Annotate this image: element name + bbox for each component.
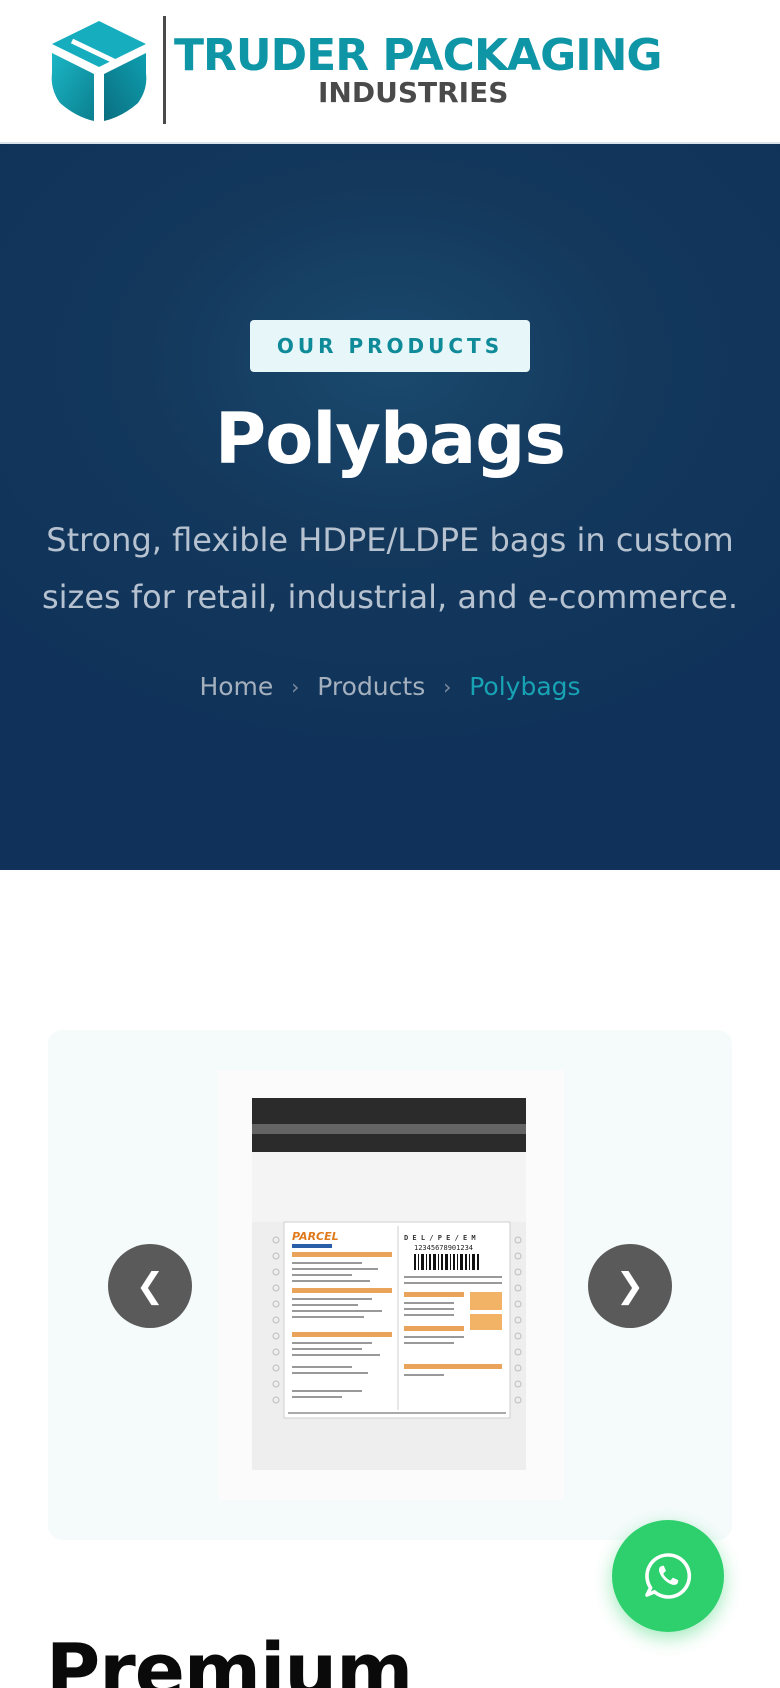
breadcrumb-products-link[interactable]: Products	[317, 672, 425, 701]
cube-logo-icon	[51, 21, 147, 121]
product-image: PARCEL D E L / P E / E M 12345678901234	[218, 1070, 564, 1500]
page-title: Polybags	[214, 398, 566, 480]
whatsapp-icon	[645, 1553, 692, 1599]
logo-divider	[163, 16, 166, 124]
site-header: TRUDER PACKAGING INDUSTRIES	[0, 0, 780, 144]
gallery-prev-button[interactable]: ❮	[108, 1244, 192, 1328]
label-tracking: 12345678901234	[414, 1244, 473, 1252]
breadcrumb: Home › Products › Polybags	[0, 672, 780, 701]
section-title: Premium	[46, 1628, 413, 1688]
courier-polybag-image: PARCEL D E L / P E / E M 12345678901234	[252, 1098, 526, 1470]
logo-title: TRUDER PACKAGING	[174, 30, 663, 81]
breadcrumb-current: Polybags	[469, 672, 581, 701]
gallery-next-button[interactable]: ❯	[588, 1244, 672, 1328]
chevron-right-icon: ›	[291, 674, 300, 699]
logo-subtitle: INDUSTRIES	[318, 76, 509, 109]
logo-link[interactable]: TRUDER PACKAGING INDUSTRIES	[46, 14, 663, 126]
product-gallery: PARCEL D E L / P E / E M 12345678901234	[48, 1030, 732, 1540]
whatsapp-button[interactable]	[612, 1520, 724, 1632]
label-zones: D E L / P E / E M	[404, 1234, 476, 1242]
section-badge: OUR PRODUCTS	[250, 320, 530, 372]
breadcrumb-home-link[interactable]: Home	[199, 672, 273, 701]
label-brand: PARCEL	[292, 1230, 339, 1243]
hero-banner: OUR PRODUCTS Polybags Strong, flexible H…	[0, 144, 780, 870]
page-description: Strong, flexible HDPE/LDPE bags in custo…	[41, 521, 739, 616]
chevron-right-icon: ›	[443, 674, 452, 699]
